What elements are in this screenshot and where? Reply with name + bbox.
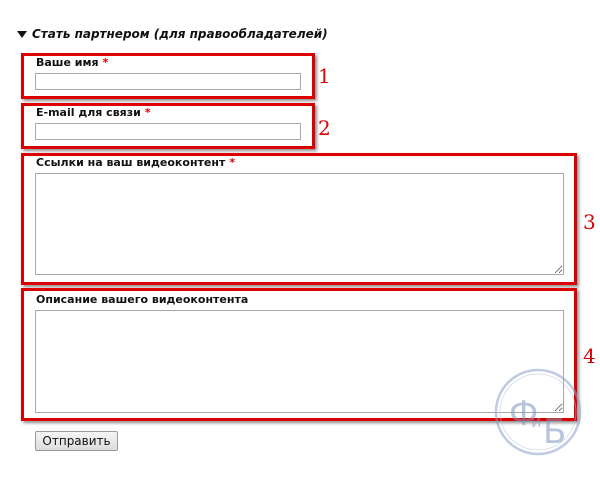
annotation-number-4: 4 [583,344,596,368]
submit-button[interactable]: Отправить [35,431,118,451]
watermark-logo: Ф и Б [494,368,582,456]
annotation-number-2: 2 [318,116,331,140]
annotation-number-1: 1 [318,64,331,88]
annotation-box-2 [21,103,315,149]
annotation-number-3: 3 [583,210,596,234]
fieldset-legend[interactable]: Стать партнером (для правообладателей) [32,27,328,41]
partner-form-page: Стать партнером (для правообладателей) В… [0,0,600,485]
watermark-letter-small: и [531,412,541,431]
annotation-box-1 [21,53,315,99]
collapse-arrow-icon[interactable] [17,31,27,38]
annotation-box-3 [21,153,577,285]
watermark-letter-right: Б [543,412,566,452]
